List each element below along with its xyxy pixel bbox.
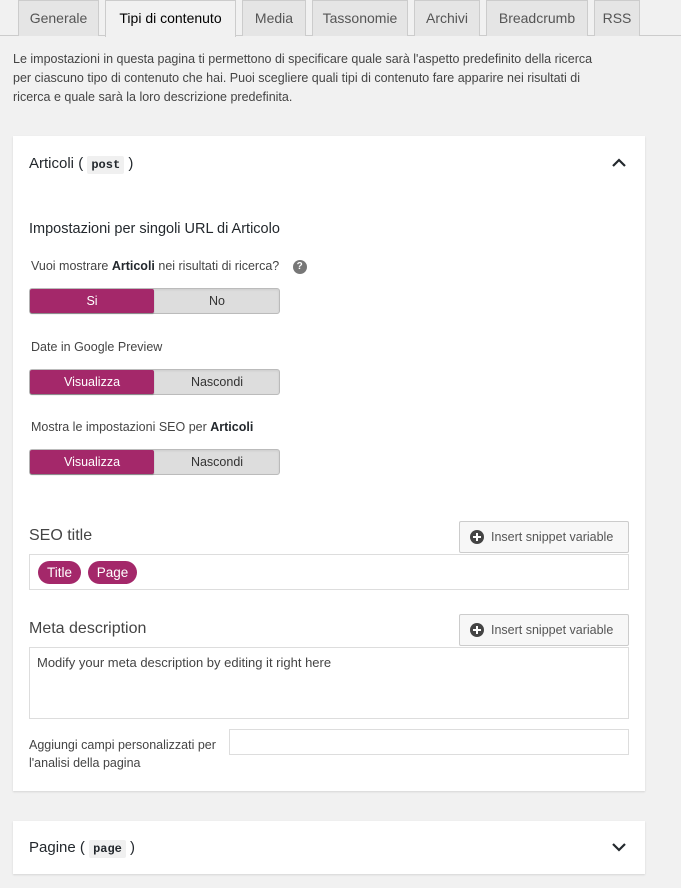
chevron-up-icon[interactable] <box>611 155 627 171</box>
show-in-search-prefix: Vuoi mostrare <box>31 259 112 273</box>
seo-settings-toggle: Visualizza Nascondi <box>29 449 280 475</box>
pagine-slug: page <box>89 840 126 858</box>
chevron-down-icon[interactable] <box>611 839 627 855</box>
toggle-option-nascondi[interactable]: Nascondi <box>155 370 279 394</box>
tab-media[interactable]: Media <box>242 0 306 36</box>
date-preview-toggle: Visualizza Nascondi <box>29 369 280 395</box>
articoli-slug: post <box>87 156 125 174</box>
section-heading: Impostazioni per singoli URL di Articolo <box>29 221 280 237</box>
seo-title-label: SEO title <box>29 527 93 544</box>
tab-generale[interactable]: Generale <box>18 0 99 36</box>
pagine-card: Pagine ( page ) <box>13 821 645 874</box>
snippet-pill-page[interactable]: Page <box>88 561 137 584</box>
plus-circle-icon <box>470 623 484 637</box>
insert-snippet-button[interactable]: Insert snippet variable <box>459 614 629 646</box>
toggle-option-visualizza[interactable]: Visualizza <box>30 370 154 394</box>
toggle-option-si[interactable]: Si <box>30 289 154 313</box>
toggle-option-nascondi[interactable]: Nascondi <box>155 450 279 474</box>
pagine-card-title[interactable]: Pagine ( page ) <box>29 839 136 858</box>
show-in-search-bold: Articoli <box>111 259 155 273</box>
tab-tassonomie[interactable]: Tassonomie <box>312 0 408 36</box>
tab-breadcrumb[interactable]: Breadcrumb <box>486 0 588 36</box>
settings-tabs: Generale Tipi di contenuto Media Tassono… <box>0 0 681 37</box>
insert-snippet-label: Insert snippet variable <box>491 623 614 637</box>
pagine-open-paren: ( <box>79 839 85 856</box>
articoli-close-paren: ) <box>128 155 134 172</box>
plus-circle-icon <box>470 530 484 544</box>
meta-description-label: Meta description <box>29 620 147 637</box>
seo-title-editor[interactable]: Title Page <box>29 554 629 590</box>
date-preview-label: Date in Google Preview <box>31 340 163 354</box>
toggle-option-visualizza[interactable]: Visualizza <box>30 450 154 474</box>
intro-text: Le impostazioni in questa pagina ti perm… <box>13 52 593 104</box>
show-in-search-toggle: Si No <box>29 288 280 314</box>
articoli-card: Articoli ( post ) Impostazioni per singo… <box>13 136 645 791</box>
custom-fields-label: Aggiungi campi personalizzati per l'anal… <box>29 738 216 770</box>
meta-description-placeholder: Modify your meta description by editing … <box>37 655 332 670</box>
custom-fields-input[interactable] <box>229 729 629 755</box>
insert-snippet-label: Insert snippet variable <box>491 530 614 544</box>
toggle-option-no[interactable]: No <box>155 289 279 313</box>
tab-rss[interactable]: RSS <box>594 0 640 36</box>
snippet-pill-title[interactable]: Title <box>38 561 81 584</box>
help-icon[interactable]: ? <box>292 259 307 274</box>
tab-tipi-di-contenuto[interactable]: Tipi di contenuto <box>105 0 236 37</box>
seo-settings-label: Mostra le impostazioni SEO per Articoli <box>31 420 253 434</box>
seo-settings-bold: Articoli <box>210 420 254 434</box>
pagine-title-text: Pagine <box>29 839 76 856</box>
show-in-search-label: Vuoi mostrare Articoli nei risultati di … <box>31 259 307 274</box>
seo-settings-prefix: Mostra le impostazioni SEO per <box>31 420 211 434</box>
articoli-card-title[interactable]: Articoli ( post ) <box>29 155 134 174</box>
insert-snippet-button[interactable]: Insert snippet variable <box>459 521 629 553</box>
articoli-open-paren: ( <box>78 155 84 172</box>
show-in-search-suffix: nei risultati di ricerca? <box>154 259 280 273</box>
meta-description-editor[interactable]: Modify your meta description by editing … <box>29 647 629 719</box>
articoli-title-text: Articoli <box>29 155 75 172</box>
pagine-close-paren: ) <box>130 839 136 856</box>
tab-archivi[interactable]: Archivi <box>414 0 480 36</box>
